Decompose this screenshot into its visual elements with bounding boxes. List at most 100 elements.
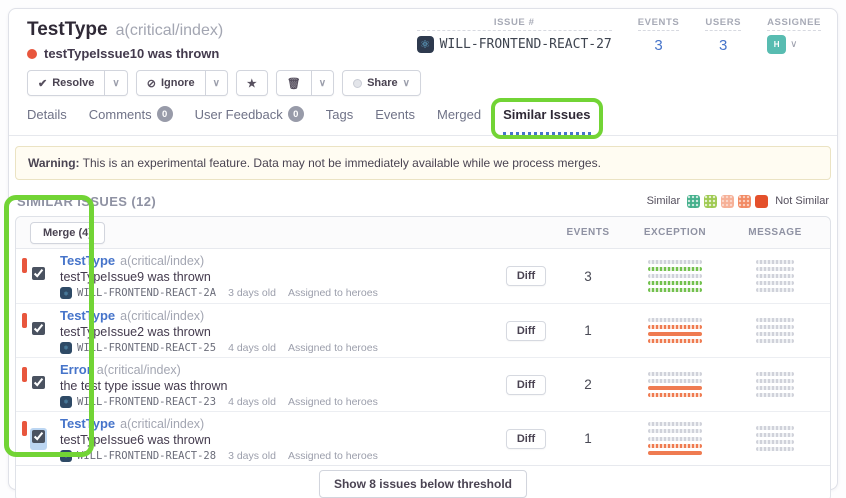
- row-checkbox[interactable]: [32, 322, 45, 335]
- share-status-icon: [353, 79, 362, 88]
- issue-short-id[interactable]: WILL-FRONTEND-REACT-27: [440, 37, 612, 52]
- chevron-down-icon: ∨: [403, 78, 410, 89]
- similarity-bar: [648, 281, 702, 285]
- similarity-bar: [756, 379, 794, 383]
- legend-not-similar-label: Not Similar: [775, 195, 829, 207]
- resolve-dropdown-button[interactable]: ∨: [105, 70, 127, 96]
- delete-button[interactable]: 🗑: [276, 70, 312, 96]
- row-culprit: a(critical/index): [120, 254, 204, 268]
- table-row: TestTypea(critical/index) testTypeIssue2…: [16, 303, 830, 357]
- message-similarity-bars: [730, 370, 820, 399]
- chevron-down-icon: ∨: [319, 78, 326, 89]
- similarity-bar: [648, 267, 702, 271]
- tab-events[interactable]: Events: [375, 107, 415, 135]
- row-short-id: ⚛WILL-FRONTEND-REACT-28: [60, 450, 216, 462]
- message-similarity-bars: [730, 316, 820, 345]
- legend-swatches: [687, 195, 768, 208]
- similarity-bar: [648, 444, 702, 448]
- row-events-count: 3: [556, 269, 620, 284]
- merge-button[interactable]: Merge (4): [30, 222, 105, 244]
- similarity-bar: [648, 274, 702, 278]
- chevron-down-icon: ∨: [213, 78, 220, 89]
- issue-stats: ISSUE # ⚛ WILL-FRONTEND-REACT-27 EVENTS …: [417, 17, 821, 54]
- tab-tags[interactable]: Tags: [326, 107, 353, 135]
- trash-icon: 🗑: [287, 77, 301, 90]
- table-row: Errora(critical/index) the test type iss…: [16, 357, 830, 411]
- react-platform-icon: ⚛: [60, 450, 72, 462]
- similar-issues-header: SIMILAR ISSUES (12) Similar Not Similar: [17, 192, 829, 210]
- row-assignment: Assigned to heroes: [288, 396, 378, 408]
- tab-merged[interactable]: Merged: [437, 107, 481, 135]
- similarity-bar: [648, 332, 702, 336]
- row-age: 3 days old: [228, 450, 276, 462]
- legend-swatch-red-solid: [755, 195, 768, 208]
- resolve-button[interactable]: ✔ Resolve: [27, 70, 105, 96]
- stat-users: USERS 3: [705, 17, 741, 54]
- assignee-avatar: H: [767, 35, 786, 54]
- row-short-id: ⚛WILL-FRONTEND-REACT-23: [60, 396, 216, 408]
- legend-similar-label: Similar: [647, 195, 681, 207]
- row-checkbox[interactable]: [32, 430, 45, 443]
- issue-header: TestType a(critical/index) testTypeIssue…: [9, 9, 837, 96]
- assignee-label: ASSIGNEE: [767, 17, 821, 31]
- share-button[interactable]: Share ∨: [342, 70, 421, 96]
- row-age: 4 days old: [228, 396, 276, 408]
- exception-similarity-bars: [620, 258, 730, 294]
- comments-count-badge: 0: [157, 106, 173, 122]
- similarity-bar: [756, 288, 794, 292]
- bookmark-button[interactable]: ★: [236, 70, 268, 96]
- row-events-count: 2: [556, 377, 620, 392]
- experimental-warning-banner: Warning: This is an experimental feature…: [15, 146, 831, 180]
- error-level-bar: [22, 313, 27, 328]
- issue-number-label: ISSUE #: [417, 17, 612, 31]
- table-header: Merge (4) EVENTS EXCEPTION MESSAGE: [16, 217, 830, 249]
- assignee-dropdown[interactable]: H ∨: [767, 35, 821, 54]
- tab-user-feedback[interactable]: User Feedback 0: [195, 106, 304, 135]
- legend-swatch-salmon: [721, 195, 734, 208]
- error-level-bar: [22, 258, 27, 273]
- row-checkbox[interactable]: [32, 267, 45, 280]
- ignore-button[interactable]: ⊘ Ignore: [136, 70, 206, 96]
- diff-button[interactable]: Diff: [506, 321, 546, 341]
- row-age: 4 days old: [228, 342, 276, 354]
- chevron-down-icon: ∨: [112, 78, 119, 89]
- delete-dropdown-button[interactable]: ∨: [312, 70, 334, 96]
- similarity-bar: [756, 267, 794, 271]
- stat-assignee: ASSIGNEE H ∨: [767, 17, 821, 54]
- show-below-threshold-button[interactable]: Show 8 issues below threshold: [319, 470, 527, 498]
- users-count[interactable]: 3: [705, 37, 741, 54]
- react-platform-icon: ⚛: [60, 342, 72, 354]
- row-assignment: Assigned to heroes: [288, 450, 378, 462]
- tab-comments[interactable]: Comments 0: [89, 106, 173, 135]
- diff-button[interactable]: Diff: [506, 266, 546, 286]
- similarity-bar: [648, 260, 702, 264]
- row-issue-link[interactable]: TestType: [60, 308, 115, 323]
- react-platform-icon: ⚛: [60, 396, 72, 408]
- row-message: the test type issue was thrown: [60, 379, 496, 393]
- chevron-down-icon: ∨: [790, 39, 797, 50]
- row-culprit: a(critical/index): [120, 309, 204, 323]
- similarity-bar: [648, 339, 702, 343]
- row-issue-link[interactable]: Error: [60, 362, 92, 377]
- row-issue-link[interactable]: TestType: [60, 253, 115, 268]
- row-checkbox-wrap: [30, 428, 47, 450]
- ignore-dropdown-button[interactable]: ∨: [206, 70, 228, 96]
- diff-button[interactable]: Diff: [506, 375, 546, 395]
- issue-culprit: a(critical/index): [116, 22, 224, 40]
- similarity-bar: [648, 422, 702, 426]
- similarity-bar: [756, 339, 794, 343]
- row-issue-link[interactable]: TestType: [60, 416, 115, 431]
- tab-details[interactable]: Details: [27, 107, 67, 135]
- similarity-bar: [648, 437, 702, 441]
- tab-similar-issues[interactable]: Similar Issues: [503, 107, 590, 135]
- events-count[interactable]: 3: [638, 37, 680, 54]
- events-label: EVENTS: [638, 17, 680, 31]
- error-level-bar: [22, 367, 27, 382]
- similarity-bar: [648, 372, 702, 376]
- mute-icon: ⊘: [147, 77, 156, 90]
- stat-issue-number: ISSUE # ⚛ WILL-FRONTEND-REACT-27: [417, 17, 612, 53]
- exception-column-header: EXCEPTION: [620, 227, 730, 238]
- legend-swatch-salmon-dot: [738, 195, 751, 208]
- row-checkbox[interactable]: [32, 376, 45, 389]
- diff-button[interactable]: Diff: [506, 429, 546, 449]
